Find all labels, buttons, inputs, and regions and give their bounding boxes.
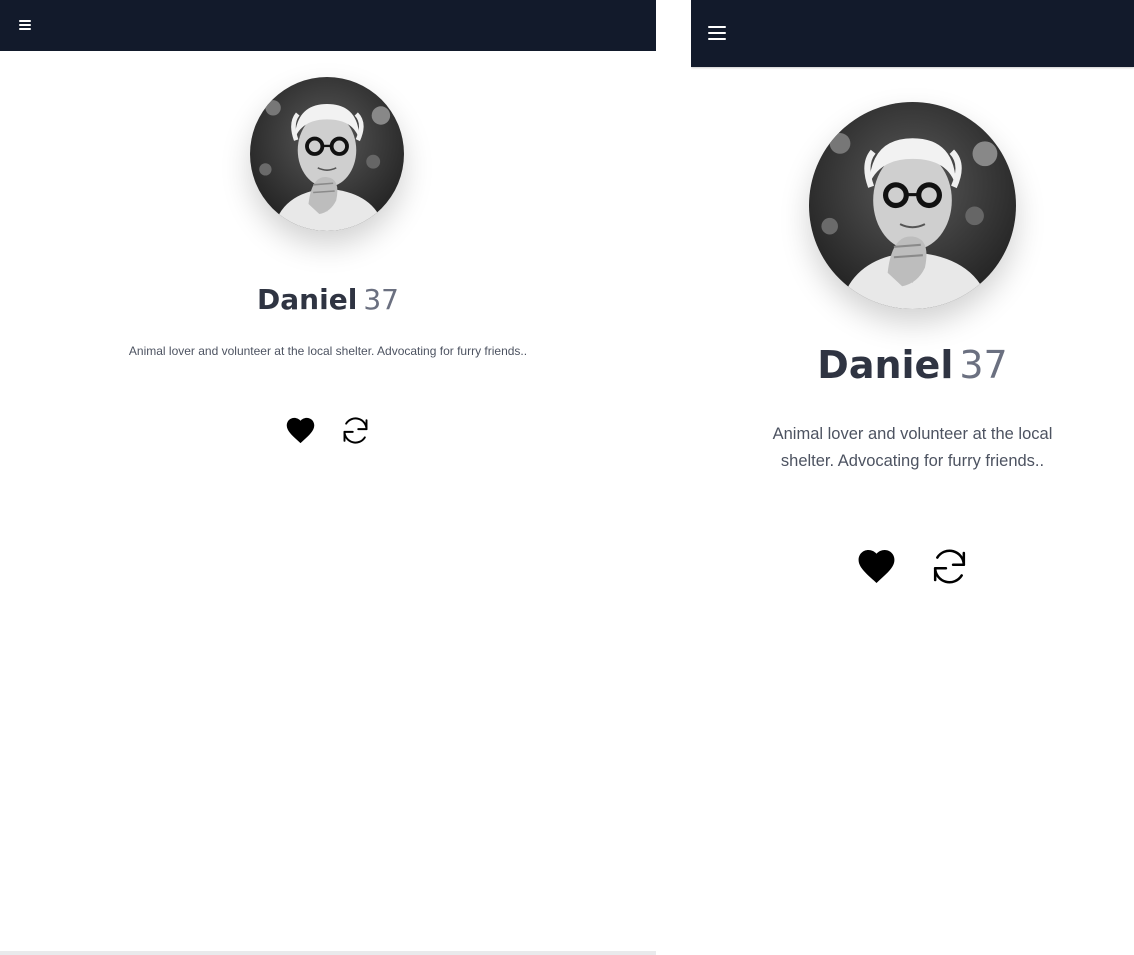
- profile-bio: Animal lover and volunteer at the local …: [128, 344, 528, 358]
- profile-avatar: [250, 77, 404, 231]
- profile-name: Daniel: [257, 283, 358, 316]
- heart-icon[interactable]: [284, 414, 317, 447]
- profile-name-line: Daniel 37: [0, 283, 656, 316]
- hamburger-menu-icon[interactable]: [708, 26, 726, 40]
- profile-name: Daniel: [817, 343, 954, 387]
- screenshot-stage: Daniel 37 Animal lover and volunteer at t…: [0, 0, 1134, 955]
- hamburger-menu-icon[interactable]: [19, 20, 31, 30]
- profile-name-line: Daniel 37: [691, 343, 1134, 387]
- profile-actions: [691, 545, 1134, 588]
- top-navbar: [0, 0, 656, 51]
- desktop-view: Daniel 37 Animal lover and volunteer at t…: [0, 0, 656, 955]
- profile-actions: [0, 414, 656, 447]
- refresh-icon[interactable]: [928, 545, 971, 588]
- mobile-view: Daniel 37 Animal lover and volunteer at t…: [691, 0, 1134, 955]
- profile-bio: Animal lover and volunteer at the local …: [772, 425, 1053, 470]
- top-navbar: [691, 0, 1134, 67]
- profile-age: 37: [959, 343, 1008, 387]
- profile-avatar: [809, 102, 1016, 309]
- refresh-icon[interactable]: [339, 414, 372, 447]
- scrollbar-track: [0, 951, 656, 955]
- heart-icon[interactable]: [855, 545, 898, 588]
- profile-age: 37: [363, 283, 399, 316]
